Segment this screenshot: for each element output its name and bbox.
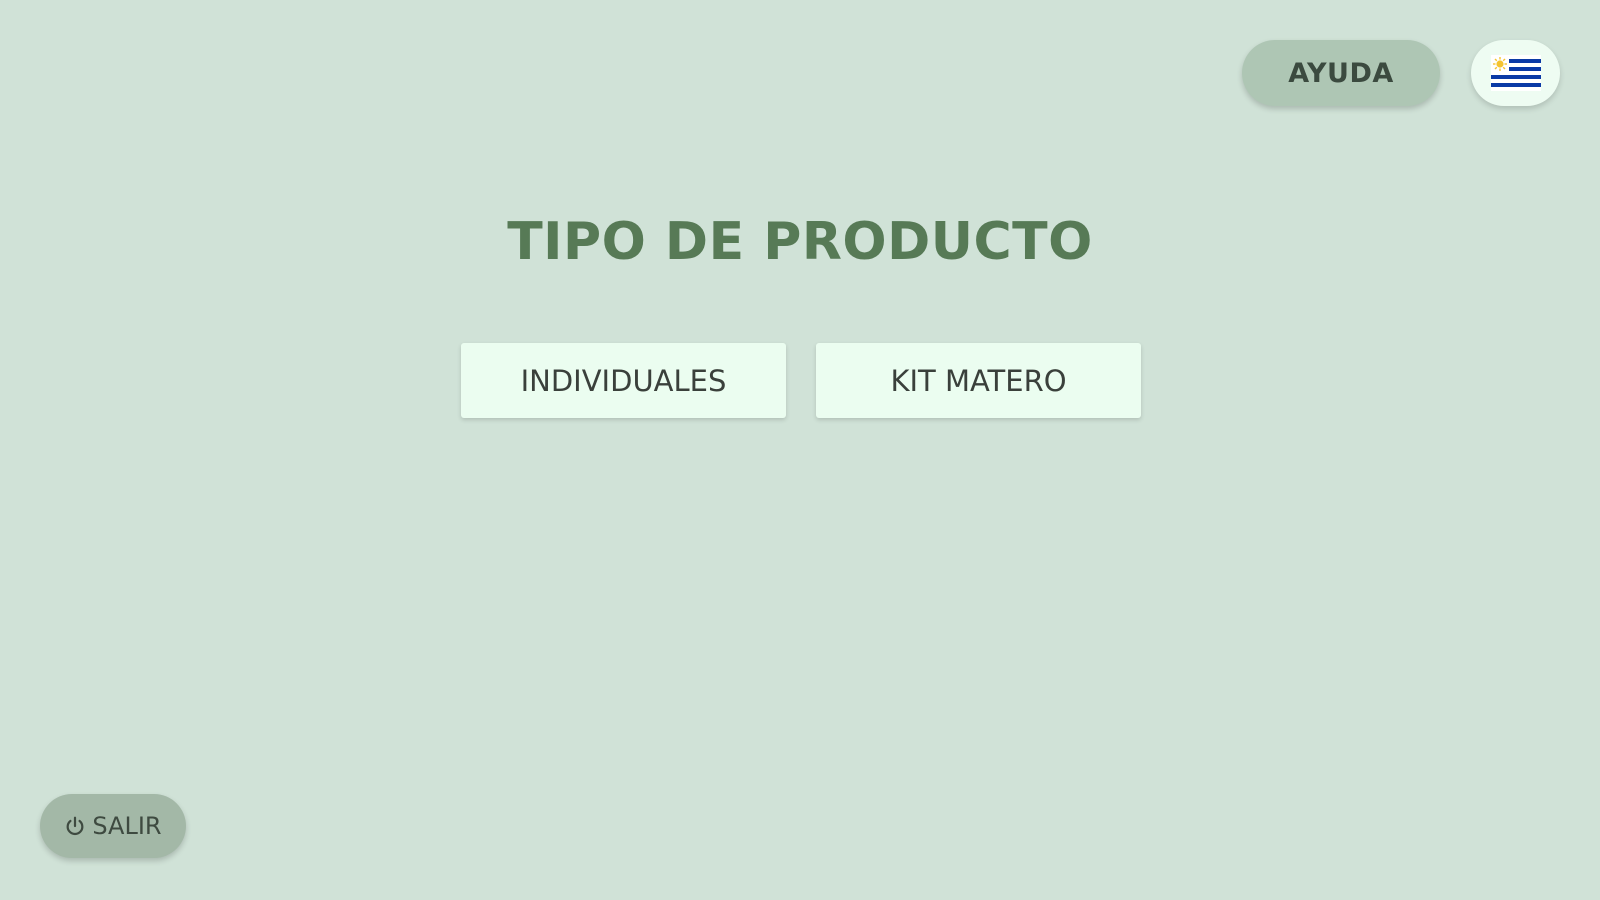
exit-button-label: SALIR xyxy=(92,812,162,840)
exit-button[interactable]: SALIR xyxy=(40,794,186,858)
kit-matero-button[interactable]: KIT MATERO xyxy=(816,343,1141,418)
kit-matero-button-label: KIT MATERO xyxy=(890,363,1067,398)
uruguay-flag-icon xyxy=(1490,55,1541,91)
product-type-screen: AYUDA TIPO DE PRODUCTO INDIVIDUALES KIT … xyxy=(0,0,1600,900)
help-button[interactable]: AYUDA xyxy=(1242,40,1440,106)
help-button-label: AYUDA xyxy=(1288,57,1394,89)
individuales-button[interactable]: INDIVIDUALES xyxy=(461,343,786,418)
language-button[interactable] xyxy=(1471,40,1560,106)
product-type-options: INDIVIDUALES KIT MATERO xyxy=(461,343,1141,418)
individuales-button-label: INDIVIDUALES xyxy=(520,363,727,398)
power-icon xyxy=(64,815,86,837)
page-title: TIPO DE PRODUCTO xyxy=(507,212,1093,272)
